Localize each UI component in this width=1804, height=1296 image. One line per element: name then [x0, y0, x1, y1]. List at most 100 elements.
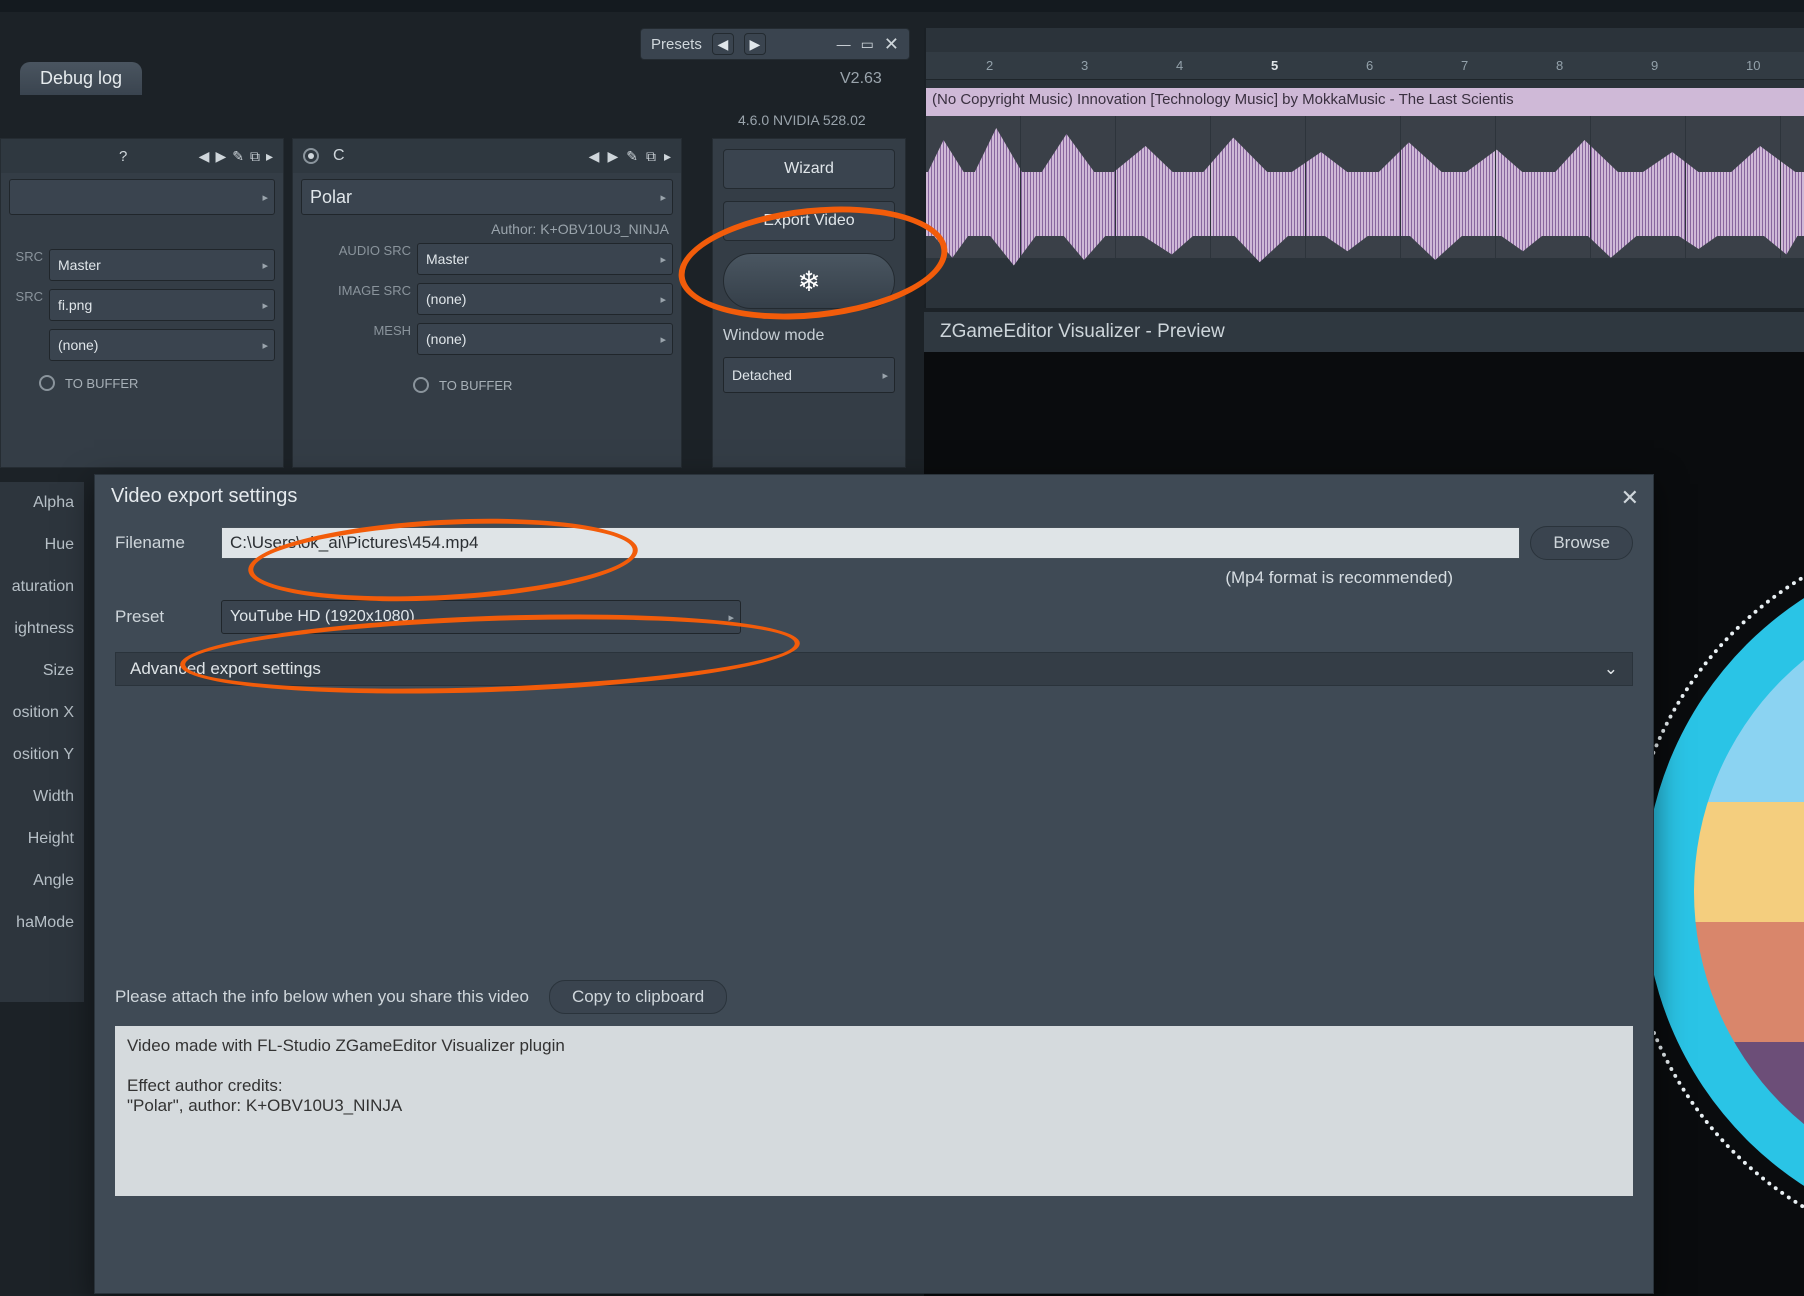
dialog-close-button[interactable]: ✕: [1621, 485, 1639, 511]
bar-gridlines: [926, 116, 1804, 258]
chevron-right-icon: ▸: [728, 611, 734, 624]
param-label: osition Y: [0, 734, 84, 776]
timeline-ruler[interactable]: 2 3 4 5 6 7 8 9 10: [926, 52, 1804, 80]
tick-label: 6: [1366, 58, 1373, 73]
browse-button[interactable]: Browse: [1530, 526, 1633, 560]
maximize-icon[interactable]: ▭: [861, 36, 874, 53]
audio-src-label: AUDIO SRC: [301, 243, 411, 275]
export-video-button[interactable]: Export Video: [723, 201, 895, 241]
chevron-right-icon: ▸: [262, 299, 268, 312]
param-label: osition X: [0, 692, 84, 734]
param-label: Height: [0, 818, 84, 860]
copy-to-clipboard-button[interactable]: Copy to clipboard: [549, 980, 727, 1014]
copy-icon[interactable]: ⧉: [250, 148, 260, 165]
window-mode-value: Detached: [732, 367, 792, 383]
nav-prev-icon[interactable]: ◀: [199, 148, 210, 165]
nav-prev-icon[interactable]: ◀: [589, 148, 600, 165]
nav-next-icon[interactable]: ▶: [215, 148, 226, 165]
mesh-field[interactable]: (none) ▸: [417, 323, 673, 355]
chevron-right-icon: ▸: [660, 191, 666, 204]
effect-name-field[interactable]: Polar ▸: [301, 179, 673, 215]
to-buffer-label: TO BUFFER: [439, 378, 512, 393]
tick-label: 8: [1556, 58, 1563, 73]
image-src-label: IMAGE SRC: [301, 283, 411, 315]
tick-label: 7: [1461, 58, 1468, 73]
param-label: Angle: [0, 860, 84, 902]
param-label: Width: [0, 776, 84, 818]
chevron-right-icon: ▸: [262, 259, 268, 272]
layer-letter-label: C: [333, 147, 345, 165]
window-mode-field[interactable]: Detached ▸: [723, 357, 895, 393]
copy-to-clipboard-label: Copy to clipboard: [572, 987, 704, 1006]
author-prefix: Author:: [491, 221, 536, 237]
presets-bar: Presets ◀ ▶ — ▭ ✕: [640, 28, 910, 60]
chevron-right-icon[interactable]: ▸: [266, 148, 273, 165]
tick-label: 2: [986, 58, 993, 73]
effect-name-value: Polar: [310, 187, 352, 208]
mesh-value: (none): [426, 331, 466, 347]
paint-icon[interactable]: ✎: [232, 148, 244, 165]
audio-clip[interactable]: (No Copyright Music) Innovation [Technol…: [926, 88, 1804, 258]
param-label: Alpha: [0, 482, 84, 524]
src-extra-field[interactable]: (none)▸: [49, 329, 275, 361]
chevron-right-icon: ▸: [882, 369, 888, 382]
tick-label: 5: [1271, 58, 1278, 73]
preview-title: ZGameEditor Visualizer - Preview: [924, 312, 1804, 352]
to-buffer-radio-left[interactable]: [39, 375, 55, 391]
advanced-settings-label: Advanced export settings: [130, 659, 321, 679]
credits-textarea[interactable]: Video made with FL-Studio ZGameEditor Vi…: [115, 1026, 1633, 1196]
minimize-icon[interactable]: —: [837, 36, 851, 52]
preset-dropdown[interactable]: YouTube HD (1920x1080) ▸: [221, 600, 741, 634]
tick-label: 4: [1176, 58, 1183, 73]
tick-label: 10: [1746, 58, 1760, 73]
chevron-right-icon: ▸: [660, 333, 666, 346]
preset-prev-button[interactable]: ◀: [712, 33, 734, 55]
nav-next-icon[interactable]: ▶: [607, 148, 618, 165]
attach-info-label: Please attach the info below when you sh…: [115, 987, 529, 1007]
layer-panel-left: ? ◀ ▶ ✎ ⧉ ▸ ▸ SRC Master▸ SRC fi.png▸ (n…: [0, 138, 284, 468]
audio-src-field[interactable]: Master▸: [417, 243, 673, 275]
wizard-button-label: Wizard: [784, 160, 834, 178]
src-master-field[interactable]: Master ▸: [49, 249, 275, 281]
author-name: K+OBV10U3_NINJA: [540, 221, 669, 237]
browse-button-label: Browse: [1553, 533, 1610, 552]
layer-enabled-radio[interactable]: [303, 148, 319, 164]
to-buffer-label: TO BUFFER: [65, 376, 138, 391]
copy-icon[interactable]: ⧉: [646, 148, 656, 165]
tick-label: 3: [1081, 58, 1088, 73]
src-label: SRC: [9, 289, 43, 321]
src-master-value: Master: [58, 257, 101, 273]
to-buffer-radio-mid[interactable]: [413, 377, 429, 393]
chevron-down-icon: ⌄: [1604, 659, 1618, 679]
window-mode-label: Window mode: [723, 327, 895, 345]
image-src-field[interactable]: (none)▸: [417, 283, 673, 315]
help-icon[interactable]: ?: [119, 148, 127, 165]
param-label: Size: [0, 650, 84, 692]
image-src-value: (none): [426, 291, 466, 307]
filename-input[interactable]: [221, 527, 1520, 559]
video-export-dialog: Video export settings ✕ Filename Browse …: [94, 474, 1654, 1294]
layer-name-field-left[interactable]: ▸: [9, 179, 275, 215]
layer-panel-mid: C ◀ ▶ ✎ ⧉ ▸ Polar ▸ Author: K+OBV10U3_NIN…: [292, 138, 682, 468]
src-image-field[interactable]: fi.png ▸: [49, 289, 275, 321]
presets-label: Presets: [651, 36, 702, 53]
snowflake-icon: ❄: [797, 265, 820, 298]
audio-src-value: Master: [426, 251, 469, 267]
wizard-button[interactable]: Wizard: [723, 149, 895, 189]
paint-icon[interactable]: ✎: [626, 148, 638, 165]
src-image-value: fi.png: [58, 297, 92, 313]
preset-next-button[interactable]: ▶: [744, 33, 766, 55]
chevron-right-icon[interactable]: ▸: [664, 148, 671, 165]
debug-log-tab-label: Debug log: [40, 68, 122, 88]
debug-log-tab[interactable]: Debug log: [20, 62, 142, 95]
advanced-settings-toggle[interactable]: Advanced export settings ⌄: [115, 652, 1633, 686]
param-label: haMode: [0, 902, 84, 944]
close-window-icon[interactable]: ✕: [884, 34, 899, 55]
toolbar-top-edge: [0, 0, 1804, 12]
preset-value: YouTube HD (1920x1080): [230, 608, 415, 626]
param-label: aturation: [0, 566, 84, 608]
src-extra-value: (none): [58, 337, 98, 353]
export-video-button-label: Export Video: [763, 212, 854, 230]
param-label: Hue: [0, 524, 84, 566]
freeze-button[interactable]: ❄: [723, 253, 895, 309]
